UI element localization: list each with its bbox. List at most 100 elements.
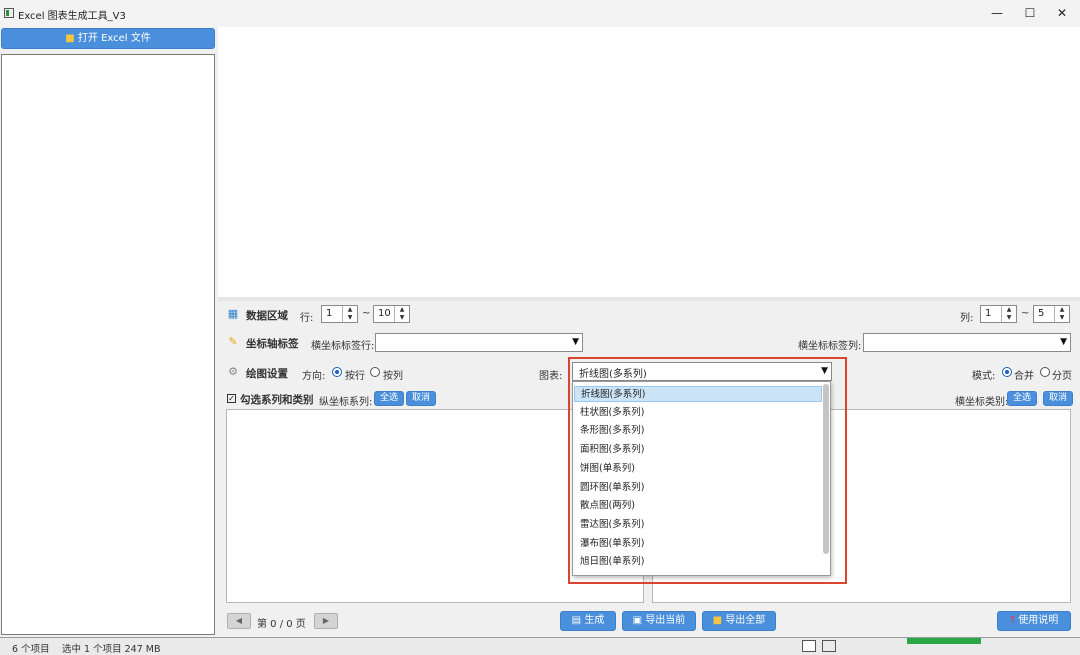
row-from-spinbox[interactable]: 1 ▲ ▼: [321, 305, 358, 323]
spin-up-icon[interactable]: ▲: [1002, 306, 1016, 314]
spin-down-icon[interactable]: ▼: [395, 314, 409, 322]
gear-icon: ⚙: [228, 365, 238, 378]
col-tilde: ~: [1021, 308, 1030, 319]
by-row-label: 按行: [345, 371, 365, 382]
title-bar: Excel 图表生成工具_V3 — ☐ ✕: [0, 0, 1080, 27]
pencil-icon: ✎: [228, 335, 238, 348]
row-to-arrows[interactable]: ▲ ▼: [394, 306, 409, 322]
dropdown-scrollbar[interactable]: [823, 384, 829, 554]
chart-option[interactable]: 柱状图(多系列): [574, 405, 822, 421]
export-all-button[interactable]: ■ 导出全部: [702, 611, 776, 631]
chart-option[interactable]: 圆环图(单系列): [574, 480, 822, 496]
bottom-bar: ◀ 第 0 / 0 页 ▶ ▤ 生成 ▣ 导出当前 ■ 导出全部 ? 使用说明: [218, 606, 1080, 636]
open-excel-button[interactable]: ■ 打开 Excel 文件: [1, 28, 215, 49]
chart-option[interactable]: 面积图(多系列): [574, 442, 822, 458]
by-col-label: 按列: [383, 371, 403, 382]
spin-up-icon[interactable]: ▲: [343, 306, 357, 314]
export-current-button[interactable]: ▣ 导出当前: [622, 611, 696, 631]
chart-type-dropdown: 折线图(多系列) 柱状图(多系列) 条形图(多系列) 面积图(多系列) 饼图(单…: [572, 381, 831, 576]
split-label: 分页: [1052, 371, 1072, 382]
spin-down-icon[interactable]: ▼: [1055, 314, 1069, 322]
row-to-spinbox[interactable]: 10 ▲ ▼: [373, 305, 410, 323]
x-select-all-button[interactable]: 全选: [1007, 391, 1038, 406]
tile-view-icon[interactable]: [822, 640, 836, 652]
close-button[interactable]: ✕: [1045, 3, 1079, 23]
maximize-button[interactable]: ☐: [1013, 3, 1047, 23]
data-area-title: 数据区域: [246, 310, 288, 322]
row-from-arrows[interactable]: ▲ ▼: [342, 306, 357, 322]
col-from-arrows[interactable]: ▲ ▼: [1001, 306, 1016, 322]
merge-radio[interactable]: [1002, 367, 1012, 377]
chevron-down-icon[interactable]: ▼: [1060, 337, 1067, 347]
col-to-arrows[interactable]: ▲ ▼: [1054, 306, 1069, 322]
chevron-down-icon[interactable]: ▼: [821, 366, 828, 376]
col-to-value: 5: [1038, 308, 1045, 319]
series-section-checkbox[interactable]: ✓: [227, 394, 236, 403]
spin-up-icon[interactable]: ▲: [1055, 306, 1069, 314]
chart-option[interactable]: 旭日图(单系列): [574, 554, 822, 570]
chevron-down-icon[interactable]: ▼: [572, 337, 579, 347]
plot-settings-title: 绘图设置: [246, 368, 288, 380]
x-label-col-combo[interactable]: ▼: [863, 333, 1071, 352]
chart-type-combo[interactable]: 折线图(多系列) ▼: [572, 362, 832, 381]
help-button[interactable]: ? 使用说明: [997, 611, 1071, 631]
spin-down-icon[interactable]: ▼: [343, 314, 357, 322]
chart-preview-area: [218, 27, 1080, 297]
data-area-row: ▦ 数据区域 行: 1 ▲ ▼ ~ 10 ▲ ▼ 列: 1 ▲ ▼ ~ 5 ▲ ▼: [218, 303, 1080, 325]
open-excel-label: 打开 Excel 文件: [77, 33, 151, 44]
save-icon: ▣: [632, 615, 643, 626]
minimize-button[interactable]: —: [980, 3, 1014, 23]
row-to-value: 10: [378, 308, 391, 319]
col-from-value: 1: [985, 308, 992, 319]
x-label-row-combo[interactable]: ▼: [375, 333, 583, 352]
col-label: 列:: [960, 313, 974, 324]
chart-icon: ▤: [571, 615, 582, 626]
series-select-title: 勾选系列和类别: [240, 394, 314, 406]
data-area-icon: ▦: [227, 307, 239, 320]
row-tilde: ~: [362, 308, 371, 319]
split-radio[interactable]: [1040, 367, 1050, 377]
spin-down-icon[interactable]: ▼: [1002, 314, 1016, 322]
explorer-status-bar: 6 个项目 选中 1 个项目 247 MB: [0, 638, 1080, 655]
export-current-label: 导出当前: [645, 615, 686, 626]
chart-option[interactable]: 折线图(多系列): [574, 386, 822, 402]
chart-option[interactable]: 饼图(单系列): [574, 461, 822, 477]
generate-label: 生成: [584, 615, 605, 626]
row-from-value: 1: [326, 308, 333, 319]
y-series-label: 纵坐标系列:: [319, 397, 373, 408]
excel-app-icon: [4, 8, 14, 18]
chart-option[interactable]: 瀑布图(单系列): [574, 536, 822, 552]
generate-button[interactable]: ▤ 生成: [560, 611, 616, 631]
spin-up-icon[interactable]: ▲: [395, 306, 409, 314]
selected-info: 选中 1 个项目 247 MB: [62, 644, 161, 655]
y-cancel-button[interactable]: 取消: [406, 391, 437, 406]
direction-label: 方向:: [302, 371, 326, 382]
splitter[interactable]: [218, 297, 1080, 301]
window-title: Excel 图表生成工具_V3: [18, 11, 126, 22]
folder-icon: ■: [65, 33, 75, 44]
chart-option[interactable]: 雷达图(多系列): [574, 517, 822, 533]
chart-option[interactable]: 条形图(多系列): [574, 423, 822, 439]
by-col-radio[interactable]: [370, 367, 380, 377]
chart-type-value: 折线图(多系列): [579, 369, 647, 380]
folder-icon: ■: [712, 615, 723, 626]
next-page-button[interactable]: ▶: [314, 613, 338, 629]
chart-option[interactable]: 散点图(两列): [574, 498, 822, 514]
y-select-all-button[interactable]: 全选: [374, 391, 405, 406]
mode-label: 模式:: [972, 371, 996, 382]
left-pane: ■ 打开 Excel 文件: [0, 27, 216, 637]
col-from-spinbox[interactable]: 1 ▲ ▼: [980, 305, 1017, 323]
file-list[interactable]: [1, 54, 215, 635]
x-label-row-label: 横坐标标签行:: [311, 341, 375, 352]
x-cancel-button[interactable]: 取消: [1043, 391, 1074, 406]
green-taskbar-item[interactable]: [907, 638, 981, 644]
plot-settings-row: ⚙ 绘图设置 方向: 按行 按列 图表: 折线图(多系列) ▼ 模式: 合并 分…: [218, 361, 1080, 383]
page-indicator: 第 0 / 0 页: [257, 619, 306, 630]
by-row-radio[interactable]: [332, 367, 342, 377]
col-to-spinbox[interactable]: 5 ▲ ▼: [1033, 305, 1070, 323]
x-category-label: 横坐标类别:: [955, 397, 1009, 408]
list-view-icon[interactable]: [802, 640, 816, 652]
prev-page-button[interactable]: ◀: [227, 613, 251, 629]
export-all-label: 导出全部: [725, 615, 766, 626]
x-label-col-label: 横坐标标签列:: [798, 341, 862, 352]
